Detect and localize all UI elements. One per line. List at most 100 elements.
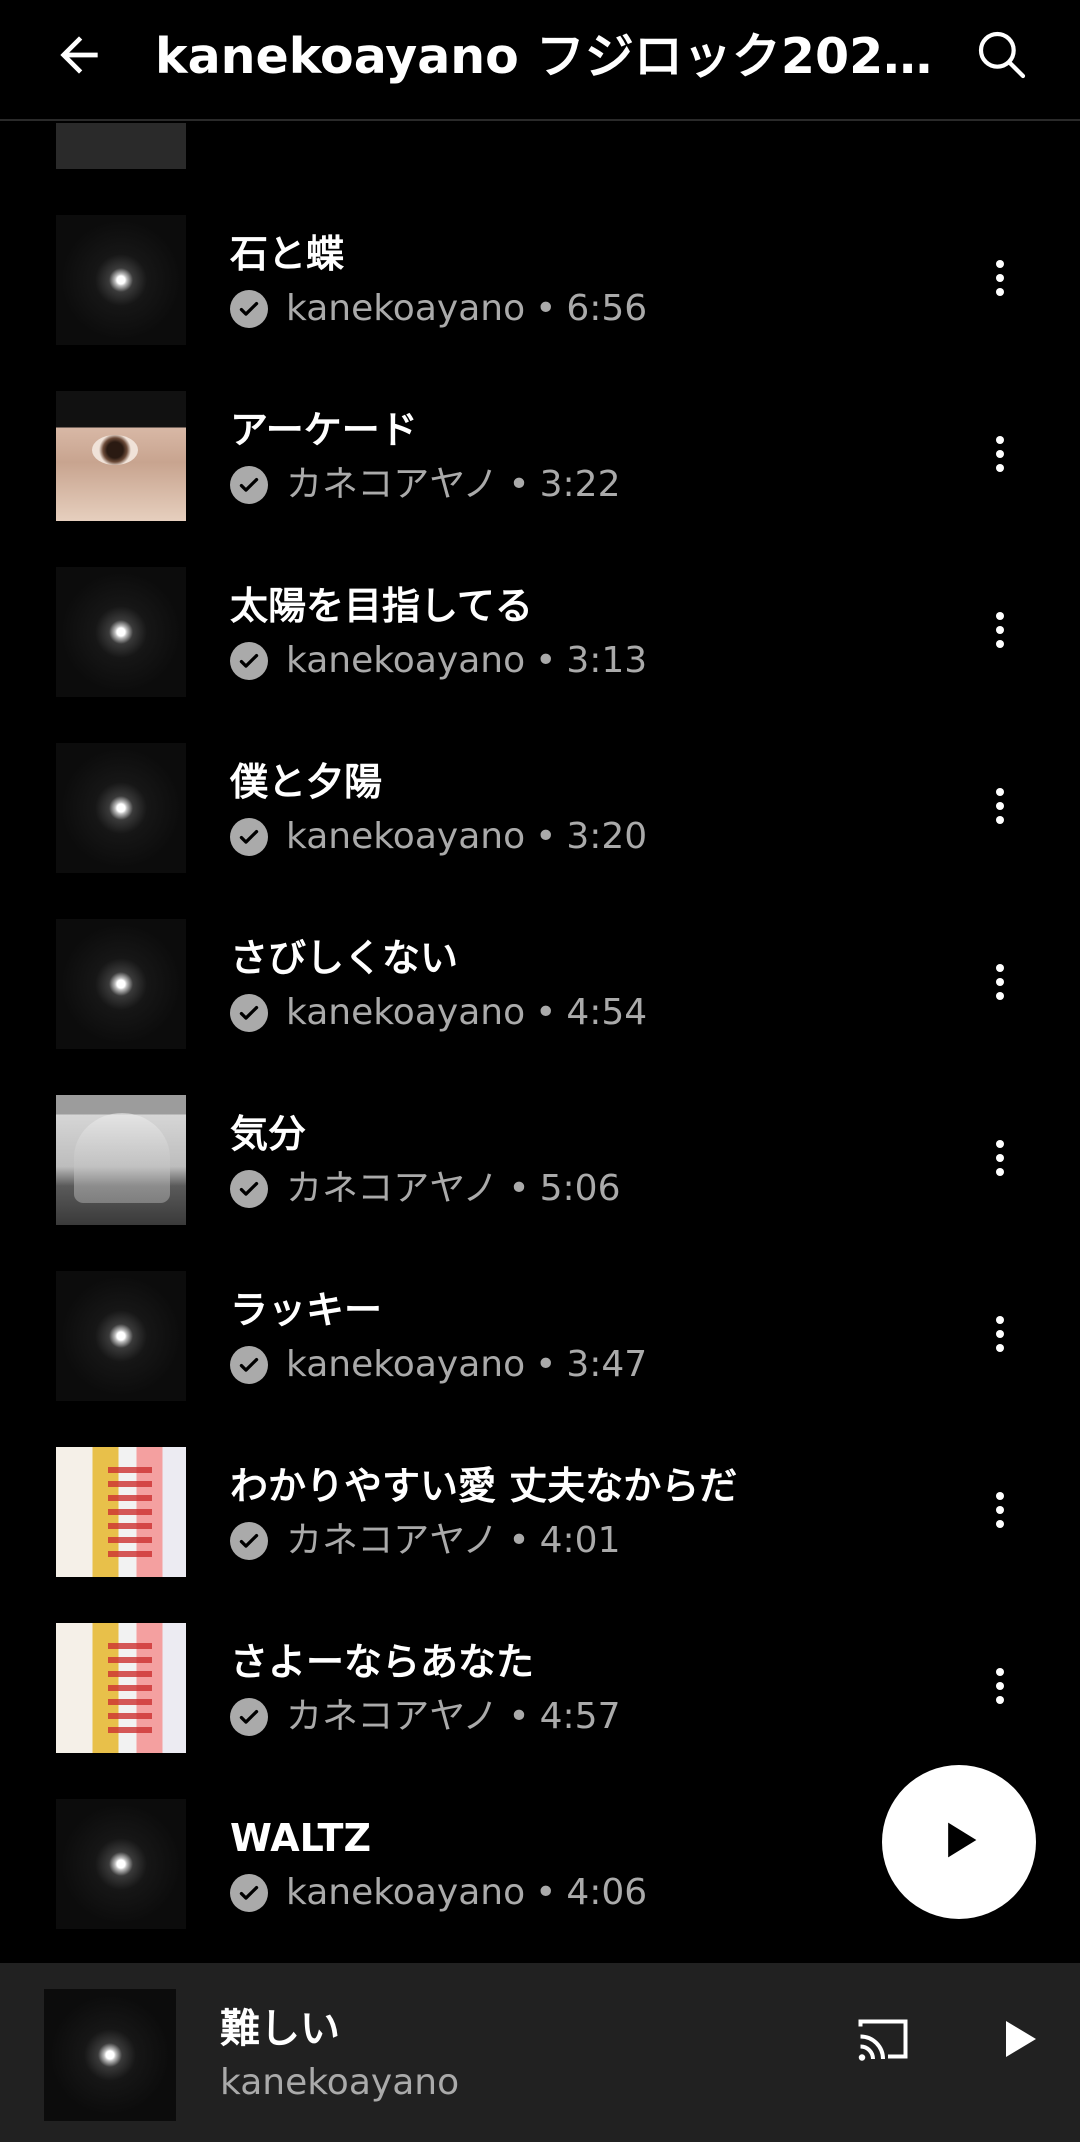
song-meta: カネコアヤノ • 4:57 xyxy=(230,1692,620,1742)
more-options-button[interactable] xyxy=(970,597,1030,667)
verified-check-icon xyxy=(230,1522,268,1560)
separator-dot: • xyxy=(535,992,557,1033)
artist-name: kanekoayano xyxy=(286,816,526,857)
artist-name: kanekoayano xyxy=(286,1872,526,1913)
more-options-button[interactable] xyxy=(970,1301,1030,1371)
more-vert-icon xyxy=(994,1138,1006,1182)
song-list[interactable]: 石と蝶 kanekoayano • 6:56 アーケード カネコアヤノ • 3:… xyxy=(0,123,1080,1963)
song-row[interactable]: 僕と夕陽 kanekoayano • 3:20 xyxy=(0,743,1080,919)
artist-name: カネコアヤノ xyxy=(286,464,499,505)
more-vert-icon xyxy=(994,258,1006,302)
song-row[interactable]: アーケード カネコアヤノ • 3:22 xyxy=(0,391,1080,567)
play-all-button[interactable] xyxy=(882,1765,1036,1919)
verified-check-icon xyxy=(230,994,268,1032)
artist-name: kanekoayano xyxy=(286,640,526,681)
song-title: さよーならあなた xyxy=(230,1640,535,1684)
artist-name: kanekoayano xyxy=(286,288,526,329)
separator-dot: • xyxy=(535,816,557,857)
song-row[interactable]: わかりやすい愛 丈夫なからだ カネコアヤノ • 4:01 xyxy=(0,1447,1080,1623)
song-row[interactable]: さびしくない kanekoayano • 4:54 xyxy=(0,919,1080,1095)
verified-check-icon xyxy=(230,290,268,328)
album-art xyxy=(56,743,186,873)
album-art xyxy=(56,1271,186,1401)
song-duration: 3:20 xyxy=(566,816,648,857)
now-playing-title: 難しい xyxy=(220,2006,340,2052)
song-title: アーケード xyxy=(230,408,418,452)
song-duration: 4:01 xyxy=(539,1520,621,1561)
more-options-button[interactable] xyxy=(970,1477,1030,1547)
song-duration: 5:06 xyxy=(539,1168,621,1209)
more-vert-icon xyxy=(994,1666,1006,1710)
separator-dot: • xyxy=(535,1344,557,1385)
song-title: 僕と夕陽 xyxy=(230,760,383,804)
song-meta: カネコアヤノ • 3:22 xyxy=(230,460,620,510)
top-app-bar: kanekoayano フジロック2025… xyxy=(0,0,1080,121)
artist-name: kanekoayano xyxy=(286,992,526,1033)
separator-dot: • xyxy=(508,464,530,505)
mini-player[interactable]: 難しい kanekoayano xyxy=(0,1963,1080,2142)
song-duration: 6:56 xyxy=(566,288,648,329)
verified-check-icon xyxy=(230,466,268,504)
album-art xyxy=(56,1447,186,1577)
more-vert-icon xyxy=(994,610,1006,654)
album-art xyxy=(56,567,186,697)
song-duration: 4:57 xyxy=(539,1696,621,1737)
song-duration: 4:06 xyxy=(566,1872,648,1913)
now-playing-album-art xyxy=(44,1989,176,2121)
now-playing-artist: kanekoayano xyxy=(220,2062,460,2103)
album-art xyxy=(56,919,186,1049)
more-options-button[interactable] xyxy=(970,949,1030,1019)
more-options-button[interactable] xyxy=(970,421,1030,491)
song-duration: 4:54 xyxy=(566,992,648,1033)
song-row[interactable]: さよーならあなた カネコアヤノ • 4:57 xyxy=(0,1623,1080,1799)
song-title: WALTZ xyxy=(230,1816,372,1860)
album-art xyxy=(56,215,186,345)
album-art xyxy=(56,391,186,521)
more-vert-icon xyxy=(994,1314,1006,1358)
separator-dot: • xyxy=(508,1696,530,1737)
verified-check-icon xyxy=(230,1874,268,1912)
song-meta: kanekoayano • 6:56 xyxy=(230,284,647,334)
separator-dot: • xyxy=(508,1168,530,1209)
verified-check-icon xyxy=(230,1170,268,1208)
search-button[interactable] xyxy=(967,22,1037,92)
artist-name: カネコアヤノ xyxy=(286,1520,499,1561)
cast-button[interactable] xyxy=(850,2008,916,2074)
play-icon xyxy=(994,2015,1042,2067)
verified-check-icon xyxy=(230,642,268,680)
more-vert-icon xyxy=(994,434,1006,478)
album-art xyxy=(56,1799,186,1929)
more-vert-icon xyxy=(994,962,1006,1006)
artist-name: カネコアヤノ xyxy=(286,1696,499,1737)
partial-album-art[interactable] xyxy=(56,123,186,169)
more-vert-icon xyxy=(994,786,1006,830)
play-icon xyxy=(933,1814,985,1870)
song-row[interactable]: 気分 カネコアヤノ • 5:06 xyxy=(0,1095,1080,1271)
more-options-button[interactable] xyxy=(970,1125,1030,1195)
verified-check-icon xyxy=(230,1346,268,1384)
back-button[interactable] xyxy=(44,22,114,92)
song-duration: 3:22 xyxy=(539,464,621,505)
more-options-button[interactable] xyxy=(970,245,1030,315)
verified-check-icon xyxy=(230,1698,268,1736)
separator-dot: • xyxy=(535,1872,557,1913)
song-meta: kanekoayano • 4:06 xyxy=(230,1868,647,1918)
separator-dot: • xyxy=(535,640,557,681)
song-title: 太陽を目指してる xyxy=(230,584,533,628)
song-meta: kanekoayano • 3:47 xyxy=(230,1340,647,1390)
song-row[interactable]: 石と蝶 kanekoayano • 6:56 xyxy=(0,215,1080,391)
more-vert-icon xyxy=(994,1490,1006,1534)
song-title: わかりやすい愛 丈夫なからだ xyxy=(230,1464,738,1508)
page-title: kanekoayano フジロック2025… xyxy=(155,28,935,85)
more-options-button[interactable] xyxy=(970,1653,1030,1723)
mini-play-button[interactable] xyxy=(985,2008,1051,2074)
song-meta: カネコアヤノ • 4:01 xyxy=(230,1516,620,1566)
song-meta: カネコアヤノ • 5:06 xyxy=(230,1164,620,1214)
search-icon xyxy=(974,27,1030,87)
song-row[interactable]: ラッキー kanekoayano • 3:47 xyxy=(0,1271,1080,1447)
more-options-button[interactable] xyxy=(970,773,1030,843)
song-duration: 3:47 xyxy=(566,1344,648,1385)
song-row[interactable]: 太陽を目指してる kanekoayano • 3:13 xyxy=(0,567,1080,743)
arrow-left-icon xyxy=(51,27,107,87)
song-meta: kanekoayano • 3:13 xyxy=(230,636,647,686)
